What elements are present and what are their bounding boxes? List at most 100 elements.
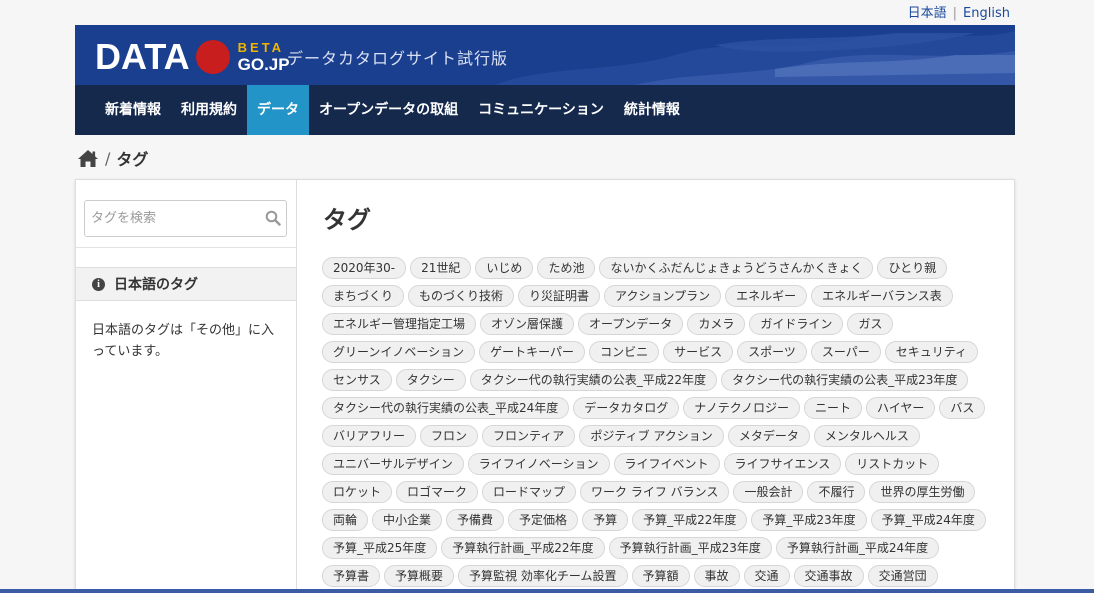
- tag-pill[interactable]: サービス: [663, 341, 734, 363]
- tag-pill[interactable]: オゾン層保護: [480, 313, 575, 335]
- tag-pill[interactable]: ロゴマーク: [396, 481, 479, 503]
- tag-pill[interactable]: り災証明書: [518, 285, 601, 307]
- tag-pill[interactable]: いじめ: [475, 257, 534, 279]
- tag-pill[interactable]: タクシー代の執行実績の公表_平成24年度: [322, 397, 570, 419]
- tag-pill[interactable]: タクシー代の執行実績の公表_平成23年度: [721, 369, 969, 391]
- tag-pill[interactable]: ひとり親: [877, 257, 948, 279]
- tag-pill[interactable]: ため池: [537, 257, 596, 279]
- tag-pill[interactable]: グリーンイノベーション: [322, 341, 476, 363]
- tag-pill[interactable]: セキュリティ: [884, 341, 979, 363]
- tag-pill[interactable]: フロン: [420, 425, 479, 447]
- tag-pill[interactable]: ワーク ライフ バランス: [580, 481, 730, 503]
- tag-pill[interactable]: 予算_平成25年度: [322, 537, 438, 559]
- tag-pill[interactable]: エネルギー: [725, 285, 808, 307]
- tag-pill[interactable]: 予算: [582, 509, 629, 531]
- tag-pill[interactable]: ニート: [803, 397, 862, 419]
- japanese-tags-title: 日本語のタグ: [114, 277, 198, 293]
- tag-pill[interactable]: フロンティア: [482, 425, 576, 447]
- tag-pill[interactable]: エネルギーバランス表: [811, 285, 953, 307]
- nav-item-communication[interactable]: コミュニケーション: [468, 85, 614, 135]
- tag-pill[interactable]: ものづくり技術: [408, 285, 515, 307]
- tag-pill[interactable]: 中小企業: [372, 509, 443, 531]
- tag-pill[interactable]: ガス: [847, 313, 894, 335]
- tag-pill[interactable]: 予定価格: [508, 509, 579, 531]
- tag-pill[interactable]: コンビニ: [589, 341, 660, 363]
- logo-red-sun-icon: [195, 40, 230, 74]
- tag-pill[interactable]: バリアフリー: [322, 425, 417, 447]
- tag-pill[interactable]: 事故: [693, 565, 740, 587]
- tag-pill[interactable]: 予備費: [446, 509, 505, 531]
- japanese-tags-heading: i 日本語のタグ: [76, 267, 296, 301]
- tag-pill[interactable]: スーパー: [810, 341, 881, 363]
- tag-pill[interactable]: ないかくふだんじょきょうどうさんかくきょく: [599, 257, 874, 279]
- tag-pill[interactable]: ユニバーサルデザイン: [322, 453, 464, 475]
- page-title: タグ: [323, 206, 371, 234]
- tag-pill[interactable]: 予算額: [631, 565, 690, 587]
- tag-pill[interactable]: 両輪: [322, 509, 369, 531]
- tag-pill[interactable]: 予算監視 効率化チーム設置: [458, 565, 628, 587]
- info-icon: i: [92, 277, 105, 291]
- tag-pill[interactable]: オープンデータ: [578, 313, 684, 335]
- content-panel: i 日本語のタグ 日本語のタグは「その他」に入っています。 タグ 2020年30…: [75, 179, 1015, 593]
- tag-pill[interactable]: 予算執行計画_平成23年度: [608, 537, 772, 559]
- nav-item-data[interactable]: データ: [247, 85, 309, 135]
- tag-pill[interactable]: ライフイノベーション: [467, 453, 610, 475]
- language-switcher: 日本語 | English: [908, 2, 1010, 21]
- tag-pill[interactable]: センサス: [322, 369, 392, 391]
- tag-pill[interactable]: 交通営団: [867, 565, 938, 587]
- tag-list-area: タグ 2020年30- 21世紀 いじめ ため池 ないかくふだんじょきょうどうさんかくき…: [298, 180, 1014, 593]
- tag-pill[interactable]: 一般会計: [733, 481, 804, 503]
- tag-pill[interactable]: データカタログ: [573, 397, 680, 419]
- tag-pill[interactable]: スポーツ: [737, 341, 807, 363]
- breadcrumb: / タグ: [77, 146, 148, 170]
- tag-pill[interactable]: 不履行: [807, 481, 866, 503]
- tag-pill[interactable]: 予算_平成24年度: [870, 509, 986, 531]
- lang-japanese-link[interactable]: 日本語: [908, 6, 947, 21]
- tag-pill[interactable]: タクシー代の執行実績の公表_平成22年度: [469, 369, 718, 391]
- logo-gojp-label: GO.JP: [237, 55, 290, 74]
- tag-pill[interactable]: アクションプラン: [604, 285, 722, 307]
- tag-pill[interactable]: ゲートキーパー: [479, 341, 586, 363]
- nav-item-statistics[interactable]: 統計情報: [614, 85, 690, 135]
- tag-pill[interactable]: 世界の厚生労働: [869, 481, 976, 503]
- tag-pill[interactable]: エネルギー管理指定工場: [322, 313, 477, 335]
- tag-pill[interactable]: 予算_平成23年度: [751, 509, 867, 531]
- tag-pill[interactable]: メンタルヘルス: [813, 425, 920, 447]
- tag-pill[interactable]: ライフイベント: [613, 453, 720, 475]
- tag-pill[interactable]: 21世紀: [410, 257, 472, 279]
- tag-pill[interactable]: まちづくり: [322, 285, 405, 307]
- tag-pill[interactable]: 予算概要: [384, 565, 455, 587]
- tag-pill[interactable]: タクシー: [395, 369, 466, 391]
- tag-search-input[interactable]: [85, 201, 255, 236]
- main-navigation: 新着情報 利用規約 データ オープンデータの取組 コミュニケーション 統計情報: [75, 85, 1015, 135]
- tag-pill[interactable]: ロードマップ: [482, 481, 577, 503]
- breadcrumb-separator: /: [105, 148, 111, 168]
- tag-pill[interactable]: ガイドライン: [749, 313, 844, 335]
- site-logo[interactable]: DATA BETA GO.JP: [95, 36, 290, 77]
- site-header: DATA BETA GO.JP データカタログサイト試行版 新着情報 利用規約 …: [75, 25, 1015, 135]
- tag-pill[interactable]: 2020年30-: [322, 257, 407, 279]
- tag-pill[interactable]: ロケット: [322, 481, 393, 503]
- tag-pill[interactable]: ポジティブ アクション: [579, 425, 724, 447]
- tag-pill[interactable]: ハイヤー: [866, 397, 936, 419]
- tag-pill[interactable]: 予算執行計画_平成22年度: [441, 537, 605, 559]
- nav-item-open-data-initiatives[interactable]: オープンデータの取組: [309, 85, 468, 135]
- sidebar-divider: [76, 247, 296, 248]
- home-icon[interactable]: [77, 149, 99, 168]
- tag-pill[interactable]: 予算書: [322, 565, 381, 587]
- tag-pill[interactable]: メタデータ: [727, 425, 810, 447]
- tag-pill[interactable]: バス: [939, 397, 986, 419]
- tag-pill[interactable]: 予算_平成22年度: [632, 509, 748, 531]
- tag-pill[interactable]: 交通: [743, 565, 790, 587]
- tag-pill[interactable]: 予算執行計画_平成24年度: [775, 537, 940, 559]
- lang-english-link[interactable]: English: [963, 6, 1010, 21]
- logo-word: DATA: [95, 36, 190, 77]
- tag-pill[interactable]: ライフサイエンス: [723, 453, 842, 475]
- tag-pill[interactable]: リストカット: [845, 453, 940, 475]
- tag-pill[interactable]: カメラ: [687, 313, 746, 335]
- nav-item-terms[interactable]: 利用規約: [171, 85, 247, 135]
- tag-pill[interactable]: ナノテクノロジー: [683, 397, 800, 419]
- tag-pill[interactable]: 交通事故: [793, 565, 864, 587]
- search-icon[interactable]: [265, 210, 281, 226]
- nav-item-news[interactable]: 新着情報: [95, 85, 171, 135]
